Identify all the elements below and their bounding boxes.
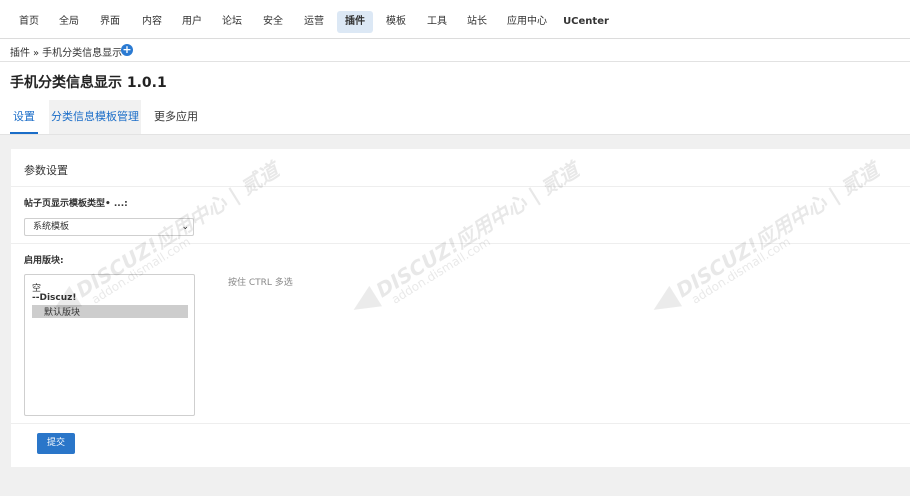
nav-item-tools[interactable]: 工具 bbox=[422, 11, 452, 33]
nav-item-home[interactable]: 首页 bbox=[14, 11, 44, 33]
forums-label: 启用版块: bbox=[24, 256, 64, 266]
nav-item-ucenter[interactable]: UCenter bbox=[563, 11, 609, 33]
divider bbox=[11, 243, 910, 244]
breadcrumb-current: 手机分类信息显示 bbox=[42, 48, 123, 59]
breadcrumb: 插件» 手机分类信息显示 bbox=[10, 44, 122, 59]
forum-option-default[interactable]: 默认版块 bbox=[32, 305, 188, 318]
breadcrumb-separator: » bbox=[33, 48, 40, 59]
chevron-down-icon: ⌄ bbox=[181, 222, 189, 232]
page-title: 手机分类信息显示 1.0.1 bbox=[10, 75, 167, 91]
page-header: 手机分类信息显示 1.0.1 设置 分类信息模板管理 更多应用 bbox=[0, 62, 910, 135]
forums-hint: 按住 CTRL 多选 bbox=[228, 278, 293, 288]
template-type-label: 帖子页显示模板类型• ...: bbox=[24, 199, 128, 209]
plus-icon[interactable]: + bbox=[121, 44, 133, 56]
nav-item-operations[interactable]: 运营 bbox=[299, 11, 329, 33]
tab-more-apps[interactable]: 更多应用 bbox=[152, 100, 200, 134]
nav-item-webmaster[interactable]: 站长 bbox=[462, 11, 492, 33]
nav-item-users[interactable]: 用户 bbox=[177, 11, 207, 33]
tab-settings[interactable]: 设置 bbox=[10, 100, 38, 134]
top-navigation: 首页 全局 界面 内容 用户 论坛 安全 运营 插件 模板 工具 站长 应用中心… bbox=[0, 0, 910, 39]
nav-item-plugins[interactable]: 插件 bbox=[337, 11, 373, 33]
breadcrumb-bar: 插件» 手机分类信息显示 + bbox=[0, 39, 910, 62]
nav-item-security[interactable]: 安全 bbox=[258, 11, 288, 33]
template-type-select[interactable]: 系统模板 ⌄ bbox=[24, 218, 194, 236]
forums-multiselect[interactable]: 空 --Discuz! 默认版块 bbox=[24, 274, 195, 416]
nav-item-global[interactable]: 全局 bbox=[54, 11, 84, 33]
forum-group-discuz: --Discuz! bbox=[32, 293, 77, 303]
tab-template-management[interactable]: 分类信息模板管理 bbox=[49, 100, 141, 134]
settings-panel: 参数设置 帖子页显示模板类型• ...: 系统模板 ⌄ 启用版块: 空 --Di… bbox=[11, 149, 910, 467]
section-title: 参数设置 bbox=[24, 164, 68, 177]
nav-item-app-center[interactable]: 应用中心 bbox=[503, 11, 551, 33]
nav-item-content[interactable]: 内容 bbox=[137, 11, 167, 33]
divider bbox=[11, 186, 910, 187]
nav-item-interface[interactable]: 界面 bbox=[95, 11, 125, 33]
template-type-value: 系统模板 bbox=[33, 222, 70, 232]
submit-button[interactable]: 提交 bbox=[37, 433, 75, 454]
breadcrumb-root[interactable]: 插件 bbox=[10, 48, 30, 59]
nav-item-templates[interactable]: 模板 bbox=[381, 11, 411, 33]
nav-item-forum[interactable]: 论坛 bbox=[217, 11, 247, 33]
divider bbox=[11, 423, 910, 424]
